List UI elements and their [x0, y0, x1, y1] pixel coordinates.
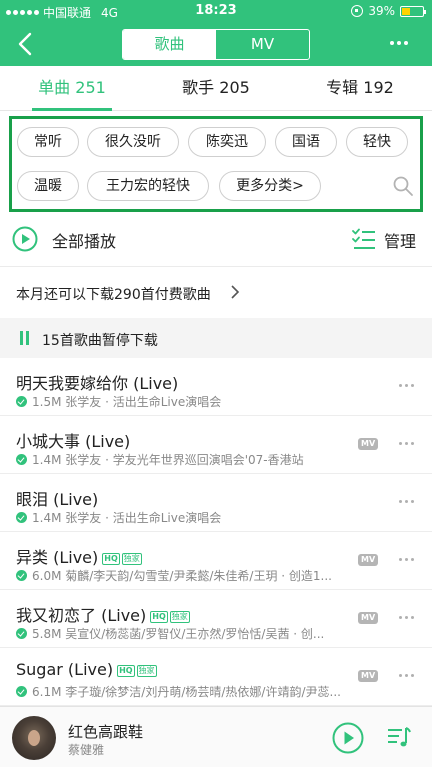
song-row[interactable]: 眼泪 (Live) 1.4M 张学友 · 活出生命Live演唱会: [0, 474, 432, 532]
filter-chip[interactable]: 很久没听: [87, 127, 179, 157]
battery-icon: [400, 5, 426, 17]
status-bar: 中国联通 4G 18:23 39%: [0, 0, 432, 22]
downloaded-check-icon: [16, 454, 27, 465]
now-playing-artist: 蔡健雅: [68, 743, 105, 757]
back-button[interactable]: [12, 30, 40, 58]
now-playing-title: 红色高跟鞋: [68, 723, 144, 741]
download-quota-text: 本月还可以下载290首付费歌曲: [16, 287, 211, 303]
filter-chip[interactable]: 常听: [17, 127, 79, 157]
song-meta: 5.8M 吴宣仪/杨蕊菡/罗智仪/王亦然/罗怡恬/吴茜 · 创...: [32, 627, 325, 641]
chevron-right-icon: [231, 285, 240, 299]
song-row[interactable]: 明天我要嫁给你 (Live) 1.5M 张学友 · 活出生命Live演唱会: [0, 358, 432, 416]
paused-downloads-bar[interactable]: 15首歌曲暂停下载: [0, 318, 432, 358]
song-list: 明天我要嫁给你 (Live) 1.5M 张学友 · 活出生命Live演唱会 小城…: [0, 358, 432, 706]
app-header: 中国联通 4G 18:23 39% 歌曲 MV: [0, 0, 432, 66]
filter-chip[interactable]: 轻快: [346, 127, 408, 157]
hq-badge: HQ: [150, 610, 168, 623]
song-meta: 1.5M 张学友 · 活出生命Live演唱会: [32, 395, 222, 409]
play-all-button[interactable]: 全部播放: [52, 228, 116, 252]
song-title: 眼泪 (Live): [16, 490, 99, 509]
song-row[interactable]: 我又初恋了 (Live) HQ 独家 5.8M 吴宣仪/杨蕊菡/罗智仪/王亦然/罗怡…: [0, 590, 432, 648]
divider: [0, 266, 432, 267]
tab-artists[interactable]: 歌手 205: [144, 66, 288, 110]
play-all-row: 全部播放 管理: [0, 216, 432, 262]
mini-player[interactable]: 红色高跟鞋 蔡健雅: [0, 706, 432, 767]
exclusive-badge: 独家: [136, 664, 157, 677]
hq-badge: HQ: [102, 552, 120, 565]
pause-icon: [20, 331, 30, 345]
song-title: 小城大事 (Live): [16, 432, 131, 451]
album-art[interactable]: [12, 716, 56, 760]
song-title: 明天我要嫁给你 (Live): [16, 374, 179, 393]
filter-chip[interactable]: 温暖: [17, 171, 79, 201]
filter-chip[interactable]: 国语: [275, 127, 337, 157]
downloaded-check-icon: [16, 628, 27, 639]
download-quota-row[interactable]: 本月还可以下载290首付费歌曲: [0, 268, 432, 318]
search-icon[interactable]: [392, 175, 414, 197]
playlist-icon[interactable]: [386, 724, 412, 750]
filter-chip[interactable]: 陈奕迅: [188, 127, 266, 157]
song-more-button[interactable]: [399, 384, 419, 390]
song-meta: 6.1M 李子璇/徐梦洁/刘丹萌/杨芸晴/热依娜/许靖韵/尹蕊...: [32, 685, 341, 699]
song-meta: 6.0M 菊麟/李天韵/勾雪莹/尹柔懿/朱佳希/王玥 · 创造1...: [32, 569, 332, 583]
exclusive-badge: 独家: [169, 610, 190, 623]
manage-list-icon[interactable]: [352, 228, 376, 250]
song-row[interactable]: Sugar (Live) HQ 独家 6.1M 李子璇/徐梦洁/刘丹萌/杨芸晴/热依…: [0, 648, 432, 706]
song-title: Sugar (Live): [16, 660, 114, 679]
exclusive-badge: 独家: [121, 552, 142, 565]
mv-badge[interactable]: MV: [358, 612, 379, 624]
play-all-icon[interactable]: [12, 226, 38, 252]
segment-songs[interactable]: 歌曲: [123, 30, 216, 59]
song-more-button[interactable]: [399, 616, 419, 622]
song-title: 我又初恋了 (Live): [16, 606, 147, 625]
hq-badge: HQ: [117, 664, 135, 677]
downloaded-check-icon: [16, 686, 27, 697]
segment-mv[interactable]: MV: [216, 30, 309, 59]
downloaded-check-icon: [16, 570, 27, 581]
manage-button[interactable]: 管理: [384, 228, 416, 252]
filter-chip-panel: 常听 很久没听 陈奕迅 国语 轻快 温暖 王力宏的轻快 更多分类>: [9, 116, 423, 212]
tab-singles[interactable]: 单曲 251: [0, 66, 144, 111]
song-more-button[interactable]: [399, 558, 419, 564]
mv-badge[interactable]: MV: [358, 554, 379, 566]
filter-chip[interactable]: 王力宏的轻快: [87, 171, 209, 201]
more-categories-chip[interactable]: 更多分类>: [219, 171, 321, 201]
song-row[interactable]: 异类 (Live) HQ 独家 6.0M 菊麟/李天韵/勾雪莹/尹柔懿/朱佳希/王玥…: [0, 532, 432, 590]
song-meta: 1.4M 张学友 · 学友光年世界巡回演唱会'07-香港站: [32, 453, 304, 467]
battery-percent: 39%: [368, 4, 395, 18]
downloaded-check-icon: [16, 396, 27, 407]
mv-badge[interactable]: MV: [358, 670, 379, 682]
tab-albums[interactable]: 专辑 192: [288, 66, 432, 110]
song-title: 异类 (Live): [16, 548, 99, 567]
nav-bar: 歌曲 MV: [0, 22, 432, 66]
song-more-button[interactable]: [399, 674, 419, 680]
mv-badge[interactable]: MV: [358, 438, 379, 450]
song-more-button[interactable]: [399, 500, 419, 506]
play-button[interactable]: [332, 722, 364, 754]
paused-downloads-text: 15首歌曲暂停下载: [42, 333, 158, 349]
song-row[interactable]: 小城大事 (Live) 1.4M 张学友 · 学友光年世界巡回演唱会'07-香港…: [0, 416, 432, 474]
song-meta: 1.4M 张学友 · 活出生命Live演唱会: [32, 511, 222, 525]
song-mv-segment: 歌曲 MV: [122, 29, 310, 60]
song-more-button[interactable]: [399, 442, 419, 448]
orientation-lock-icon: [351, 5, 364, 17]
more-options-button[interactable]: [390, 33, 414, 53]
category-tabs: 单曲 251 歌手 205 专辑 192: [0, 66, 432, 111]
downloaded-check-icon: [16, 512, 27, 523]
